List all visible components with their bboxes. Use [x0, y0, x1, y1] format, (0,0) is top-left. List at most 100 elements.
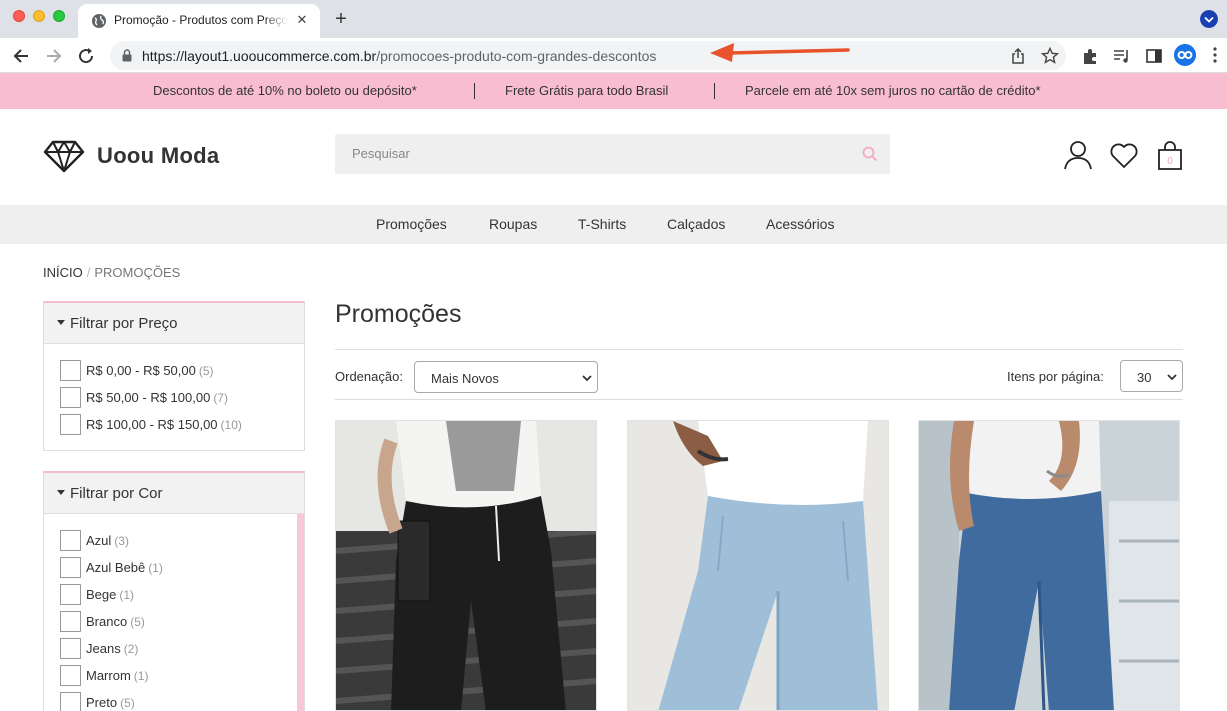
chevron-down-icon [1167, 374, 1177, 381]
back-icon[interactable] [12, 46, 32, 66]
site-header: Uoou Moda Pesquisar 0 [0, 109, 1227, 205]
caret-down-icon [57, 490, 65, 495]
tab-search-icon[interactable] [1200, 10, 1218, 28]
caret-down-icon [57, 320, 65, 325]
nav-item-acessorios[interactable]: Acessórios [766, 216, 834, 232]
divider [335, 349, 1183, 350]
per-page-select-value: 30 [1137, 370, 1152, 385]
product-image-black-cargo-pants[interactable] [336, 421, 597, 711]
nav-item-calcados[interactable]: Calçados [667, 216, 725, 232]
globe-icon [92, 14, 106, 28]
color-filter-header[interactable]: Filtrar por Cor [44, 473, 304, 514]
nav-item-promocoes[interactable]: Promoções [376, 216, 447, 232]
product-card[interactable] [918, 420, 1180, 711]
search-input[interactable]: Pesquisar [335, 134, 890, 174]
color-option-count: (1) [148, 561, 163, 575]
color-filter-scrollbar[interactable] [297, 514, 304, 711]
new-tab-button[interactable]: + [331, 9, 351, 29]
tab-close-icon[interactable]: ✕ [294, 12, 310, 28]
shopping-bag-icon[interactable]: 0 [1155, 139, 1185, 171]
price-option-count: (10) [220, 418, 242, 432]
browser-toolbar: https://layout1.uooucommerce.com.br/prom… [0, 38, 1227, 73]
category-nav: Promoções Roupas T-Shirts Calçados Acess… [0, 205, 1227, 244]
media-control-icon[interactable] [1113, 47, 1131, 65]
nav-item-roupas[interactable]: Roupas [489, 216, 537, 232]
divider [335, 399, 1183, 400]
bookmark-star-icon[interactable] [1041, 47, 1059, 65]
extensions-icon[interactable] [1081, 47, 1099, 65]
browser-menu-icon[interactable] [1213, 46, 1217, 64]
promo-installments: Parcele em até 10x sem juros no cartão d… [745, 83, 1041, 98]
wishlist-heart-icon[interactable] [1109, 139, 1139, 171]
profile-avatar-icon[interactable] [1174, 44, 1196, 66]
color-option-checkbox[interactable] [60, 557, 81, 578]
promo-bar: Descontos de até 10% no boleto ou depósi… [0, 73, 1227, 109]
breadcrumb: INÍCIO / PROMOÇÕES [43, 265, 180, 280]
color-option-count: (5) [120, 696, 135, 710]
color-option-checkbox[interactable] [60, 692, 81, 711]
color-option-label: Marrom [86, 668, 131, 683]
color-filter-title: Filtrar por Cor [70, 485, 163, 502]
price-option-count: (7) [213, 391, 228, 405]
color-option-count: (2) [123, 642, 139, 656]
sort-select[interactable]: Mais Novos [414, 361, 598, 393]
product-image-light-blue-jeans[interactable] [628, 421, 889, 711]
chevron-down-icon [582, 375, 592, 382]
close-window-button[interactable] [13, 10, 25, 22]
color-option-checkbox[interactable] [60, 530, 81, 551]
reload-icon[interactable] [76, 46, 96, 66]
color-filter-panel: Filtrar por Cor Azul (3) Azul Bebê (1) Beg… [43, 471, 305, 711]
product-card[interactable] [627, 420, 889, 711]
tab-title: Promoção - Produtos com Preços Incríveis [114, 13, 288, 27]
promo-divider [714, 83, 715, 99]
price-filter-header[interactable]: Filtrar por Preço [44, 303, 304, 344]
maximize-window-button[interactable] [53, 10, 65, 22]
color-option-label: Preto [86, 695, 118, 710]
lock-icon [122, 49, 132, 62]
color-option-label: Azul [86, 533, 112, 548]
side-panel-icon[interactable] [1145, 47, 1163, 65]
price-option-checkbox[interactable] [60, 360, 81, 381]
color-option-label: Branco [86, 614, 128, 629]
price-option-checkbox[interactable] [60, 387, 81, 408]
account-icon[interactable] [1063, 139, 1093, 171]
diamond-logo-icon[interactable] [43, 140, 85, 173]
minimize-window-button[interactable] [33, 10, 45, 22]
forward-icon[interactable] [43, 46, 63, 66]
price-filter-title: Filtrar por Preço [70, 315, 178, 332]
color-option-count: (1) [119, 588, 135, 602]
price-option-label: R$ 50,00 - R$ 100,00 [86, 390, 211, 405]
color-option-label: Bege [86, 587, 117, 602]
logo-text[interactable]: Uoou Moda [97, 143, 219, 169]
browser-tab[interactable]: Promoção - Produtos com Preços Incríveis… [78, 4, 320, 38]
breadcrumb-separator: / [86, 265, 91, 280]
color-option-checkbox[interactable] [60, 638, 81, 659]
nav-item-tshirts[interactable]: T-Shirts [578, 216, 626, 232]
search-placeholder: Pesquisar [352, 146, 410, 161]
price-filter-panel: Filtrar por Preço R$ 0,00 - R$ 50,00 (5) … [43, 301, 305, 451]
breadcrumb-home[interactable]: INÍCIO [43, 265, 83, 280]
address-bar[interactable]: https://layout1.uooucommerce.com.br/prom… [110, 41, 1066, 70]
annotation-arrow-icon [710, 43, 850, 62]
color-option-count: (3) [114, 534, 129, 548]
price-option-label: R$ 0,00 - R$ 50,00 [86, 363, 196, 378]
url-text: https://layout1.uooucommerce.com.br/prom… [142, 48, 656, 64]
price-option-checkbox[interactable] [60, 414, 81, 435]
color-option-label: Azul Bebê [86, 560, 146, 575]
color-option-checkbox[interactable] [60, 665, 81, 686]
color-option-checkbox[interactable] [60, 611, 81, 632]
per-page-select[interactable]: 30 [1120, 360, 1183, 392]
promo-free-shipping: Frete Grátis para todo Brasil [505, 83, 669, 98]
color-option-checkbox[interactable] [60, 584, 81, 605]
url-path: /promocoes-produto-com-grandes-descontos [376, 48, 657, 64]
color-option-label: Jeans [86, 641, 121, 656]
promo-divider [474, 83, 475, 99]
sort-label: Ordenação: [335, 369, 403, 384]
search-icon[interactable] [862, 146, 878, 162]
share-icon[interactable] [1009, 47, 1027, 65]
product-image-blue-jeans[interactable] [919, 421, 1180, 711]
color-option-count: (5) [130, 615, 145, 629]
promo-discount: Descontos de até 10% no boleto ou depósi… [153, 83, 417, 98]
product-card[interactable] [335, 420, 597, 711]
breadcrumb-current: PROMOÇÕES [94, 265, 181, 280]
